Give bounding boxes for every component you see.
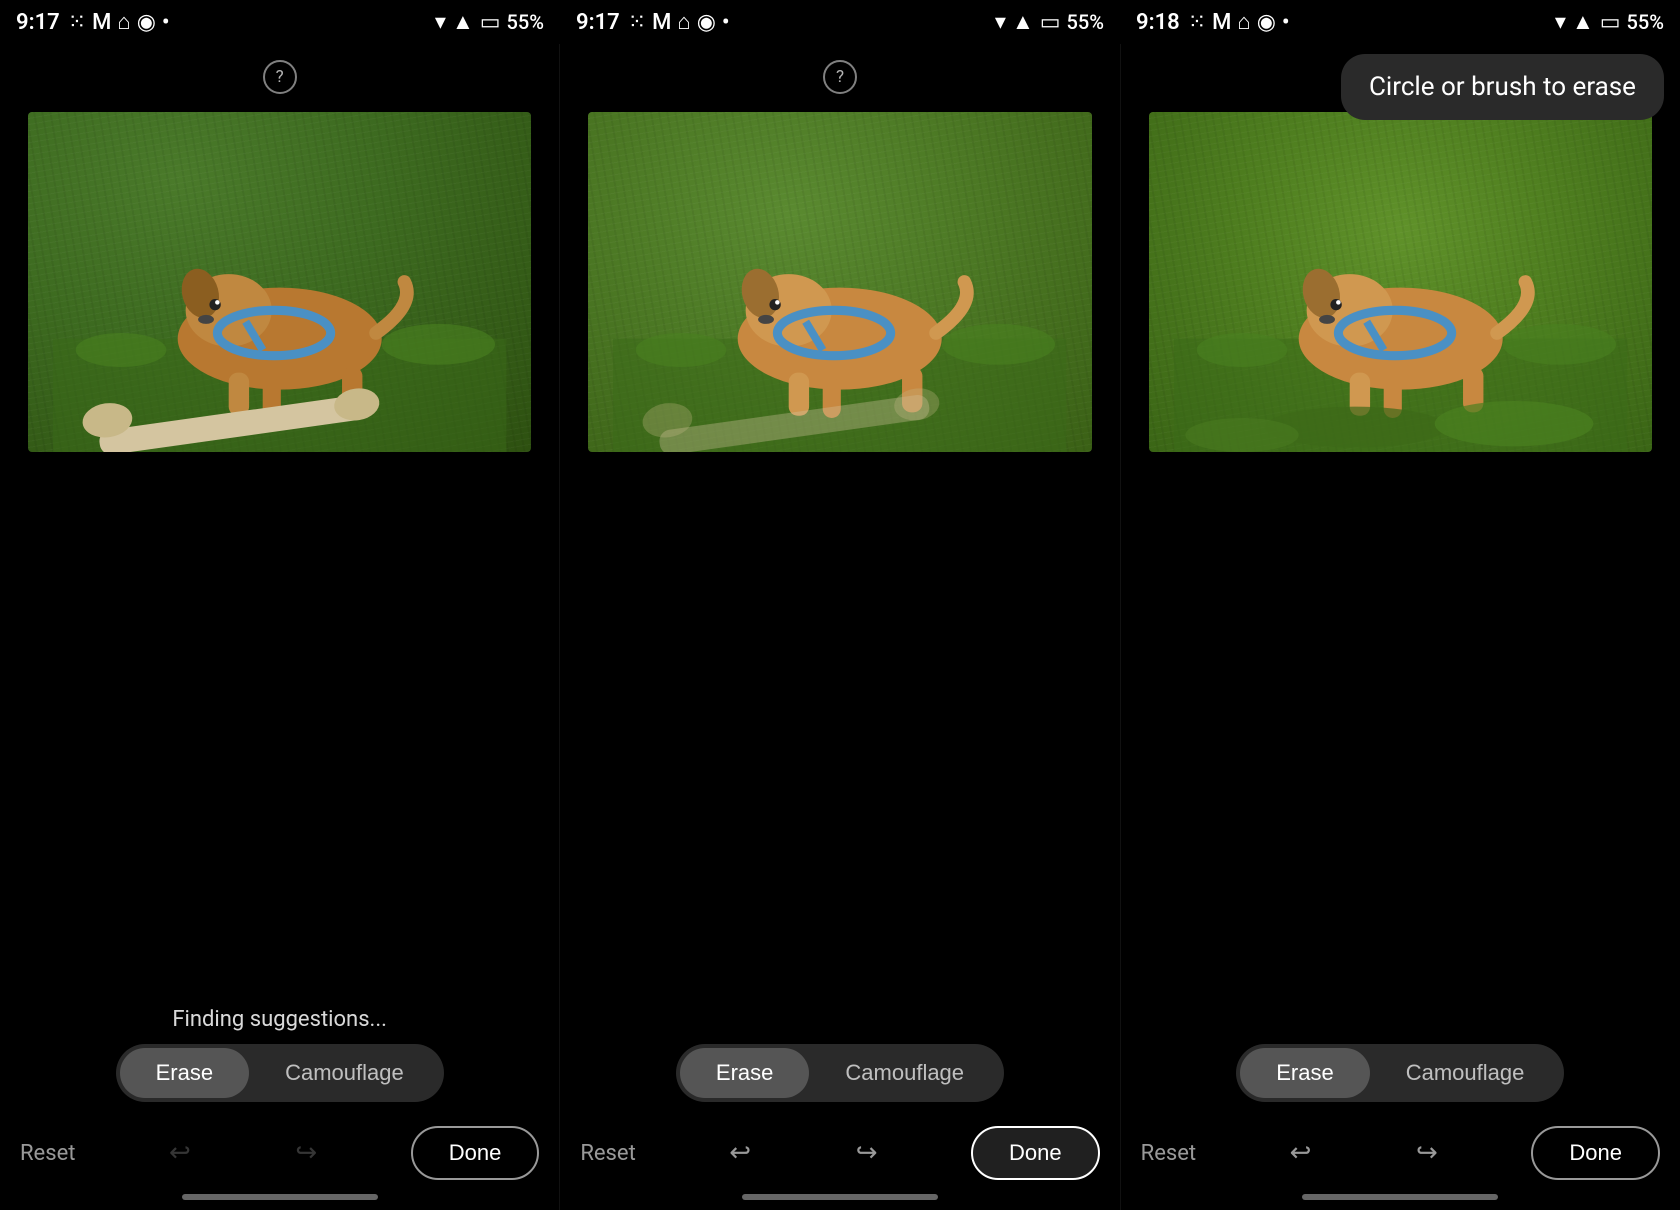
location-icon-3: ◉ [1257, 10, 1276, 35]
wifi-icon-3: ▾ [1555, 10, 1566, 35]
image-area-3 [1149, 112, 1652, 452]
location-icon-1: ◉ [137, 10, 156, 35]
help-icon-1[interactable]: ? [263, 60, 297, 94]
panel-3: ? Circle or brush to erase [1121, 44, 1680, 1210]
email-icon-3: M [1212, 10, 1231, 35]
signal-icon-1: ▲ [452, 9, 474, 35]
home-indicator-1 [182, 1194, 378, 1200]
home-icon-2: ⌂ [677, 9, 690, 35]
time-2: 9:17 [576, 10, 620, 35]
erase-btn-2[interactable]: Erase [680, 1048, 809, 1098]
panel-1: ? [0, 44, 560, 1210]
wifi-icon-1: ▾ [435, 10, 446, 35]
redo-btn-1[interactable] [284, 1131, 328, 1175]
email-icon-1: M [92, 10, 111, 35]
system-icons-2: ⁙ M ⌂ ◉ • [628, 9, 730, 35]
dog-image-3 [1149, 112, 1652, 452]
redo-btn-3[interactable] [1405, 1131, 1449, 1175]
action-bar-3: Reset Done [1121, 1118, 1680, 1188]
dot-icon-1: • [162, 10, 170, 35]
help-row-3: ? Circle or brush to erase [1121, 44, 1680, 102]
status-bars-row: 9:17 ⁙ M ⌂ ◉ • ▾ ▲ ▭ 55% 9:17 ⁙ M ⌂ ◉ • … [0, 0, 1680, 44]
time-1: 9:17 [16, 10, 60, 35]
home-icon-1: ⌂ [117, 9, 130, 35]
image-area-2 [588, 112, 1091, 452]
undo-btn-3[interactable] [1279, 1131, 1323, 1175]
wifi-icon-2: ▾ [995, 10, 1006, 35]
bottom-area-3: Erase Camouflage Reset Done [1121, 1024, 1680, 1210]
toggle-row-3: Erase Camouflage [1236, 1044, 1564, 1102]
panel-2: ? [560, 44, 1120, 1210]
battery-text-3: 55% [1627, 10, 1664, 34]
email-icon-2: M [652, 10, 671, 35]
undo-btn-2[interactable] [718, 1131, 762, 1175]
action-bar-1: Reset Done [0, 1118, 559, 1188]
reset-btn-1[interactable]: Reset [20, 1141, 75, 1166]
suggestions-text-1: Finding suggestions... [172, 1007, 387, 1032]
done-btn-2[interactable]: Done [971, 1126, 1100, 1180]
time-3: 9:18 [1136, 10, 1180, 35]
signal-icon-3: ▲ [1572, 9, 1594, 35]
toggle-row-1: Erase Camouflage [116, 1044, 444, 1102]
home-icon-3: ⌂ [1237, 9, 1250, 35]
right-icons-1: ▾ ▲ ▭ 55% [435, 9, 544, 35]
help-row-2: ? [560, 44, 1119, 102]
redo-btn-2[interactable] [845, 1131, 889, 1175]
dog-svg-3 [1149, 112, 1652, 452]
battery-icon-2: ▭ [1040, 10, 1061, 35]
dot-icon-2: • [722, 10, 730, 35]
panels-container: ? [0, 44, 1680, 1210]
erase-btn-1[interactable]: Erase [120, 1048, 249, 1098]
dog-svg-2 [588, 112, 1091, 452]
erase-btn-3[interactable]: Erase [1240, 1048, 1369, 1098]
grid-icon-2: ⁙ [628, 10, 646, 35]
image-area-1 [28, 112, 531, 452]
camouflage-btn-2[interactable]: Camouflage [809, 1048, 1000, 1098]
help-icon-2[interactable]: ? [823, 60, 857, 94]
home-indicator-3 [1302, 1194, 1498, 1200]
status-bar-3: 9:18 ⁙ M ⌂ ◉ • ▾ ▲ ▭ 55% [1120, 0, 1680, 44]
battery-icon-3: ▭ [1600, 10, 1621, 35]
grid-icon-1: ⁙ [68, 10, 86, 35]
dog-svg-1 [28, 112, 531, 452]
reset-btn-2[interactable]: Reset [580, 1141, 635, 1166]
battery-text-2: 55% [1067, 10, 1104, 34]
camouflage-btn-3[interactable]: Camouflage [1370, 1048, 1561, 1098]
home-indicator-2 [742, 1194, 938, 1200]
tooltip-bubble-3: Circle or brush to erase [1341, 54, 1664, 120]
camouflage-btn-1[interactable]: Camouflage [249, 1048, 440, 1098]
help-row-1: ? [0, 44, 559, 102]
battery-text-1: 55% [507, 10, 544, 34]
action-bar-2: Reset Done [560, 1118, 1119, 1188]
system-icons-1: ⁙ M ⌂ ◉ • [68, 9, 170, 35]
toggle-row-2: Erase Camouflage [676, 1044, 1004, 1102]
dog-image-1 [28, 112, 531, 452]
done-btn-3[interactable]: Done [1531, 1126, 1660, 1180]
reset-btn-3[interactable]: Reset [1141, 1141, 1196, 1166]
status-bar-1: 9:17 ⁙ M ⌂ ◉ • ▾ ▲ ▭ 55% [0, 0, 560, 44]
right-icons-2: ▾ ▲ ▭ 55% [995, 9, 1104, 35]
system-icons-3: ⁙ M ⌂ ◉ • [1188, 9, 1290, 35]
right-icons-3: ▾ ▲ ▭ 55% [1555, 9, 1664, 35]
done-btn-1[interactable]: Done [411, 1126, 540, 1180]
dog-image-2 [588, 112, 1091, 452]
dot-icon-3: • [1282, 10, 1290, 35]
bottom-area-1: Finding suggestions... Erase Camouflage … [0, 999, 559, 1210]
grid-icon-3: ⁙ [1188, 10, 1206, 35]
bottom-area-2: Erase Camouflage Reset Done [560, 1024, 1119, 1210]
undo-btn-1[interactable] [158, 1131, 202, 1175]
battery-icon-1: ▭ [480, 10, 501, 35]
location-icon-2: ◉ [697, 10, 716, 35]
status-bar-2: 9:17 ⁙ M ⌂ ◉ • ▾ ▲ ▭ 55% [560, 0, 1120, 44]
signal-icon-2: ▲ [1012, 9, 1034, 35]
